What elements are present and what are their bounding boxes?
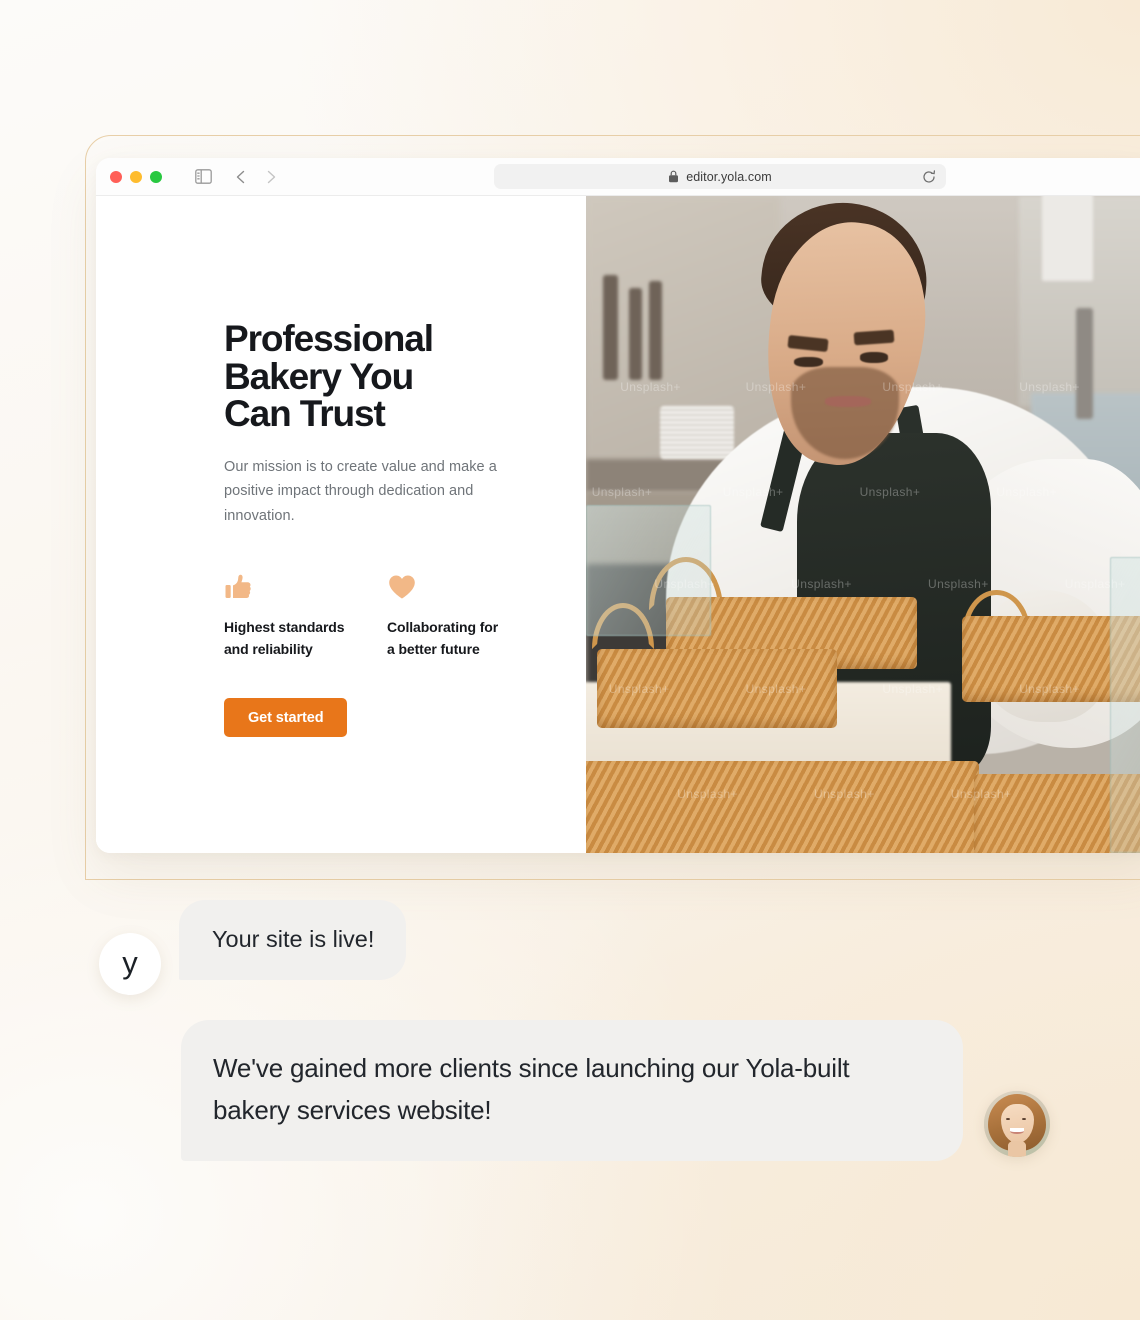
thumbs-up-icon [224, 572, 254, 602]
photo-watermark: Unsplash+ [814, 787, 875, 802]
photo-watermark: Unsplash+ [882, 379, 944, 394]
avatar-eye [1021, 1117, 1027, 1120]
hero-content: Professional Bakery You Can Trust Our mi… [224, 318, 554, 738]
chat-bubble-brand-text: Your site is live! [212, 926, 375, 952]
window-controls [110, 170, 162, 183]
photo-towel [1042, 196, 1094, 282]
photo-watermark: Unsplash+ [1019, 682, 1080, 697]
photo-bottle [603, 274, 618, 380]
photo-watermark: Unsplash+ [745, 682, 807, 697]
maximize-window-button[interactable] [150, 170, 162, 183]
browser-toolbar: editor.yola.com [96, 158, 1140, 196]
reload-icon[interactable] [922, 169, 936, 184]
photo-glass-pane [586, 504, 712, 637]
photo-baker-brow [853, 329, 895, 346]
chat-bubble-testimonial-text: We've gained more clients since launchin… [213, 1053, 850, 1125]
brand-logo-letter: y [122, 944, 138, 980]
photo-watermark: Unsplash+ [722, 485, 784, 500]
chat-message-row-brand: y Your site is live! [99, 900, 407, 995]
heart-icon [387, 572, 417, 602]
lock-icon [669, 170, 679, 183]
back-button[interactable] [232, 168, 250, 186]
photo-watermark: Unsplash+ [677, 787, 738, 802]
photo-watermark: Unsplash+ [859, 485, 921, 500]
photo-plates [660, 406, 735, 459]
sidebar-toggle-icon[interactable] [192, 166, 214, 188]
avatar-neck [1007, 1141, 1027, 1158]
photo-baker-eye [794, 356, 823, 368]
page-title: Professional Bakery You Can Trust [224, 318, 434, 435]
photo-glass-pane [1110, 557, 1140, 853]
photo-watermark: Unsplash+ [1064, 577, 1126, 592]
browser-window: editor.yola.com Professional Bakery You … [96, 158, 1140, 853]
avatar-smile [1010, 1128, 1024, 1135]
close-window-button[interactable] [110, 170, 122, 183]
minimize-window-button[interactable] [130, 170, 142, 183]
hero-subtext: Our mission is to create value and make … [224, 459, 497, 524]
photo-basket [586, 761, 980, 853]
feature-label-collaboration: Collaborating for a better future [387, 618, 499, 657]
photo-watermark: Unsplash+ [654, 577, 716, 592]
photo-watermark: Unsplash+ [620, 379, 681, 394]
site-viewport: Professional Bakery You Can Trust Our mi… [96, 196, 1140, 853]
photo-watermark: Unsplash+ [1019, 379, 1080, 394]
photo-watermark: Unsplash+ [608, 682, 670, 697]
feature-item-standards: Highest standards and reliability [224, 572, 387, 660]
feature-item-collaboration: Collaborating for a better future [387, 572, 550, 660]
photo-bottle [628, 287, 643, 380]
person-avatar [984, 1091, 1050, 1158]
photo-bottle [1076, 307, 1094, 420]
get-started-button[interactable]: Get started [224, 698, 348, 738]
brand-avatar: y [99, 933, 161, 995]
photo-watermark: Unsplash+ [996, 485, 1058, 500]
photo-bottle [648, 281, 663, 380]
chat-message-row-testimonial: We've gained more clients since launchin… [181, 1020, 1050, 1162]
photo-watermark: Unsplash+ [791, 577, 852, 592]
url-text: editor.yola.com [686, 169, 772, 184]
chat-bubble-testimonial: We've gained more clients since launchin… [181, 1020, 963, 1162]
photo-baker-eye [859, 352, 889, 363]
hero-text-column: Professional Bakery You Can Trust Our mi… [96, 196, 586, 853]
chat-bubble-brand: Your site is live! [179, 900, 407, 981]
hero-features: Highest standards and reliability Collab… [224, 572, 554, 660]
photo-watermark: Unsplash+ [745, 379, 807, 394]
feature-label-standards: Highest standards and reliability [224, 618, 345, 657]
photo-baker-mouth [825, 396, 871, 407]
forward-button[interactable] [262, 168, 280, 186]
navigation-controls [232, 168, 280, 186]
photo-watermark: Unsplash+ [950, 787, 1012, 802]
hero-photo: Unsplash+ Unsplash+ Unsplash+ Unsplash+ … [586, 196, 1140, 853]
address-bar[interactable]: editor.yola.com [494, 164, 946, 189]
photo-watermark: Unsplash+ [882, 682, 944, 697]
photo-watermark: Unsplash+ [591, 485, 653, 500]
address-bar-content: editor.yola.com [668, 170, 772, 184]
photo-watermark: Unsplash+ [928, 577, 989, 592]
